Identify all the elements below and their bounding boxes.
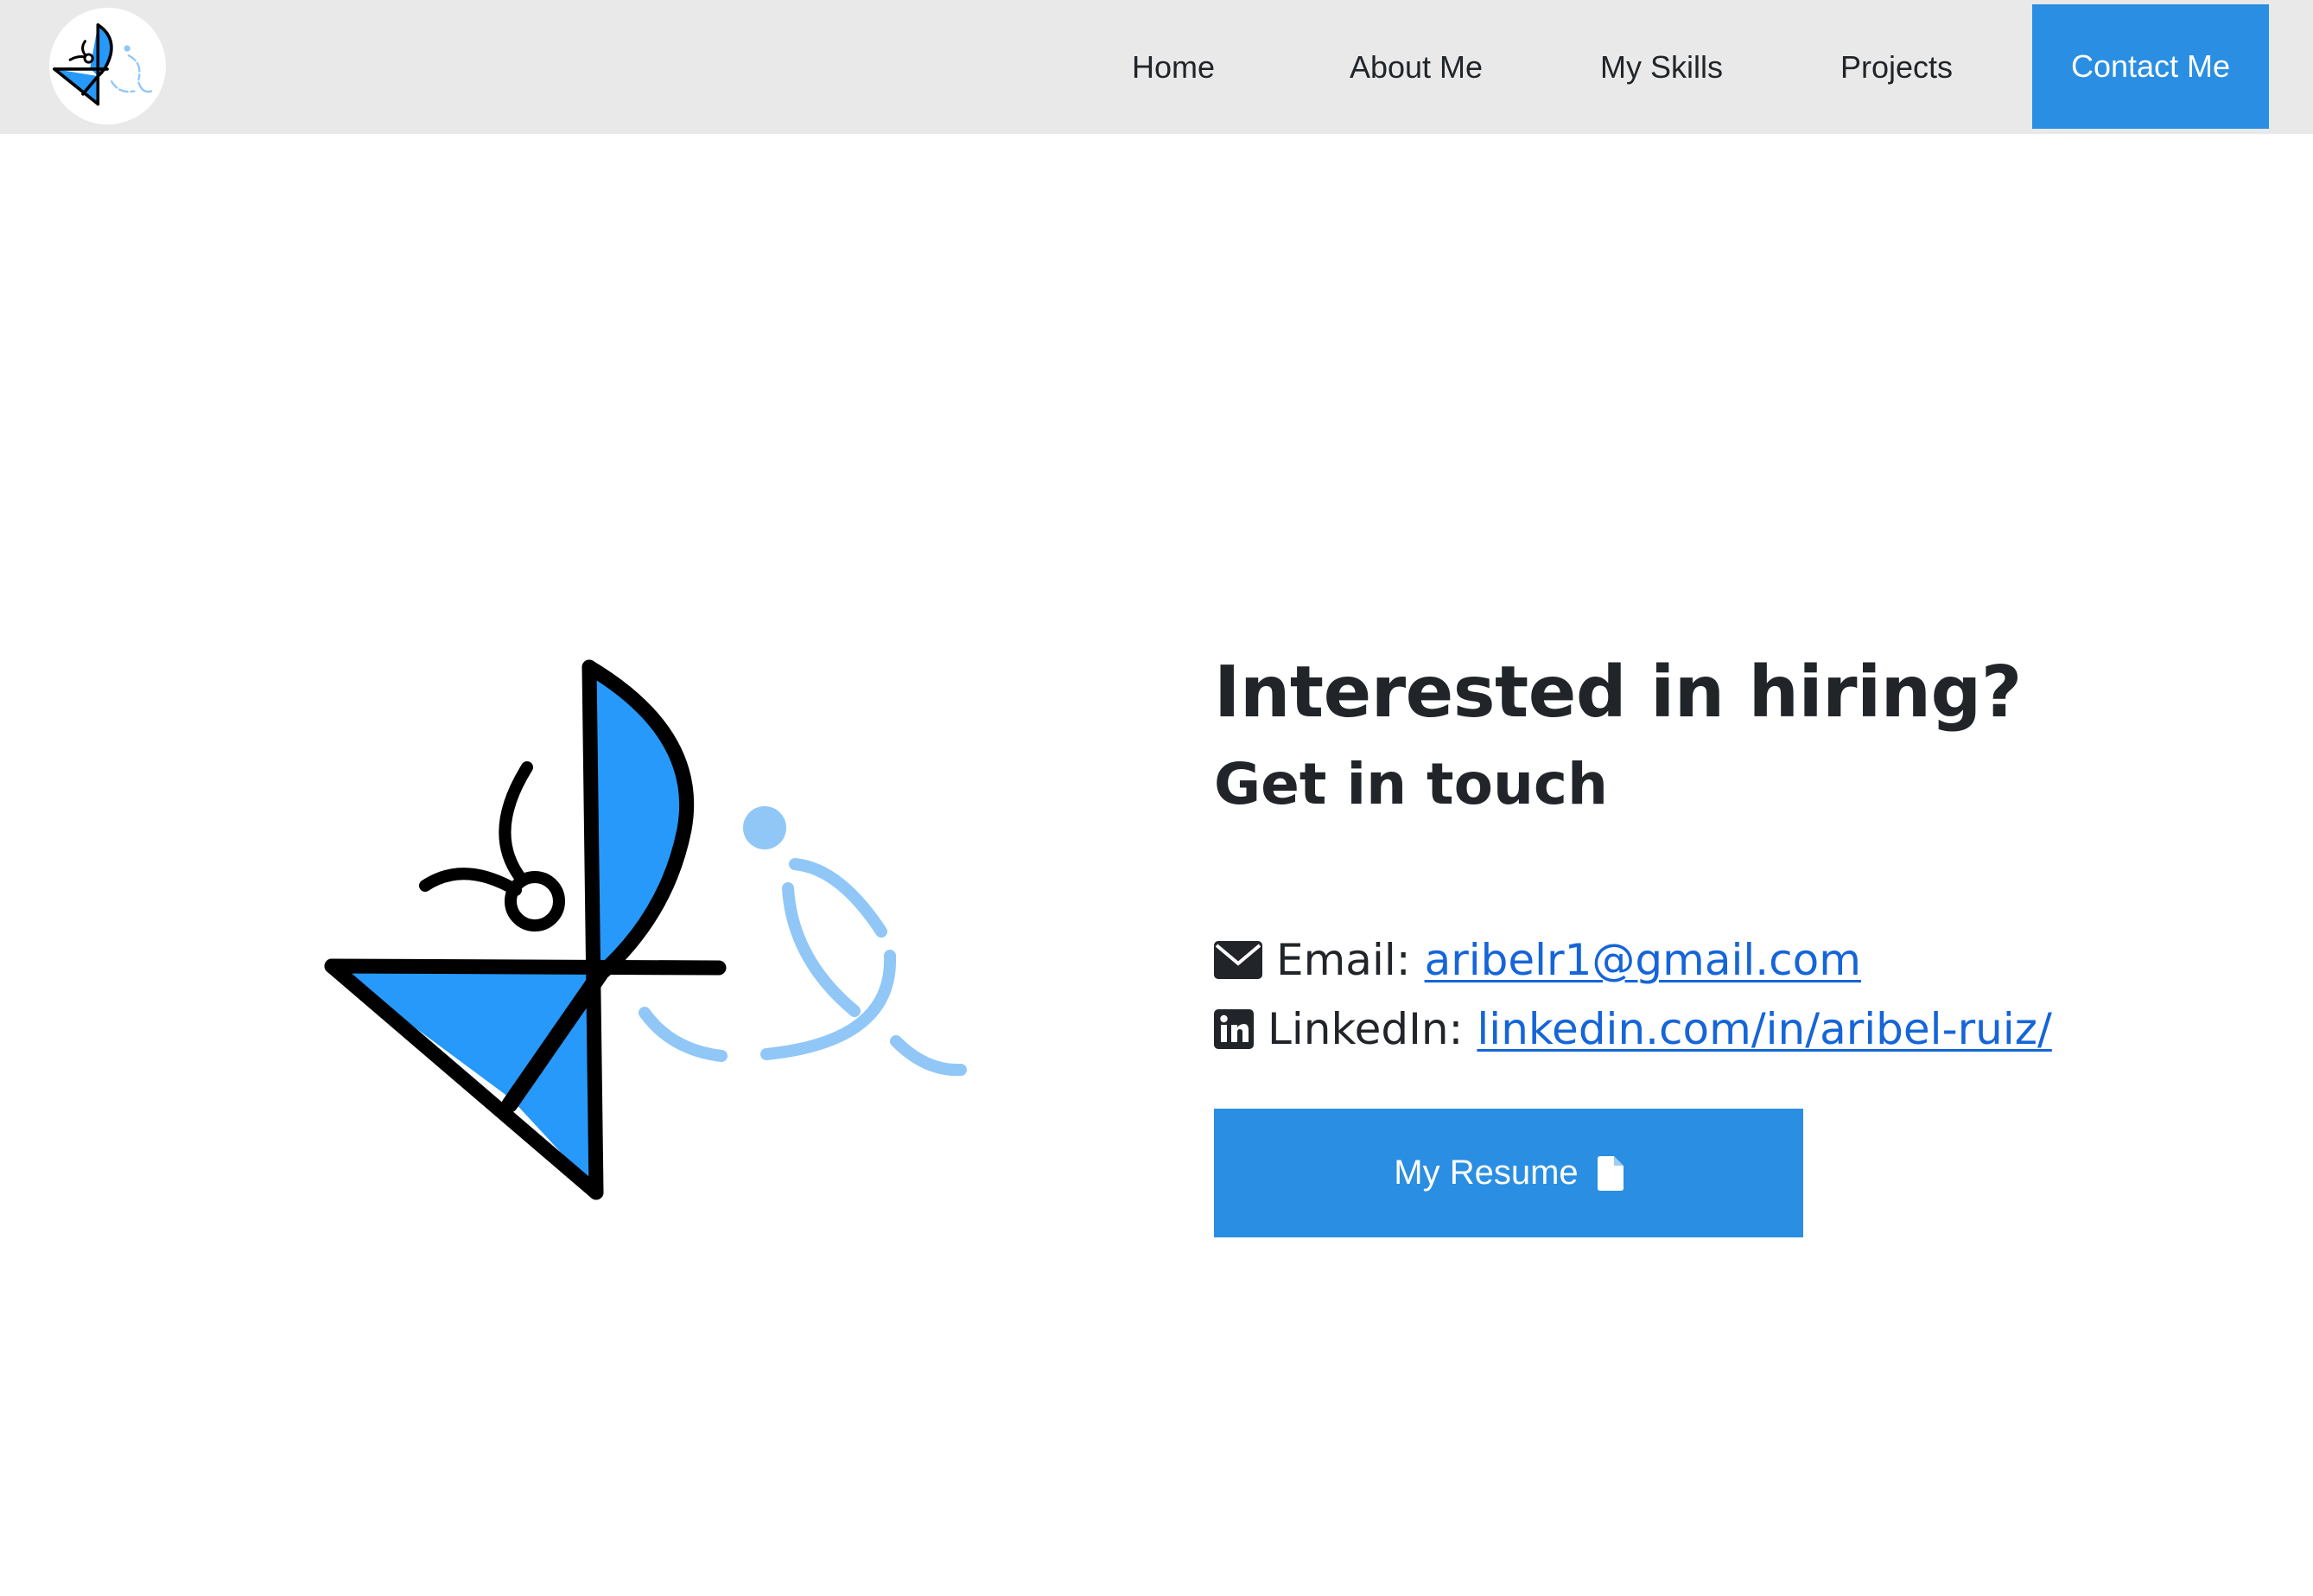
email-link[interactable]: aribelr1@gmail.com — [1425, 935, 1861, 985]
navbar: Home About Me My Skills Projects Contact… — [0, 0, 2313, 134]
email-row: Email: aribelr1@gmail.com — [1214, 925, 2208, 995]
linkedin-label: LinkedIn: — [1268, 1004, 1464, 1054]
resume-button[interactable]: My Resume — [1214, 1109, 1803, 1237]
linkedin-link[interactable]: linkedin.com/in/aribel-ruiz/ — [1477, 1004, 2051, 1054]
linkedin-row: LinkedIn: linkedin.com/in/aribel-ruiz/ — [1214, 995, 2208, 1064]
nav-my-skills[interactable]: My Skills — [1581, 0, 1742, 134]
nav-projects[interactable]: Projects — [1823, 0, 1970, 134]
resume-button-label: My Resume — [1394, 1154, 1579, 1192]
email-label: Email: — [1276, 935, 1411, 985]
nav-about-me[interactable]: About Me — [1324, 0, 1509, 134]
page-title: Interested in hiring? — [1214, 652, 2022, 734]
contact-section: Interested in hiring? Get in touch Email… — [1214, 644, 2208, 1237]
page-subtitle: Get in touch — [1214, 751, 1609, 817]
nav-contact-me[interactable]: Contact Me — [2032, 4, 2269, 129]
linkedin-icon — [1214, 1009, 1254, 1049]
file-icon — [1597, 1155, 1624, 1191]
brand-illustration-icon — [321, 657, 978, 1201]
envelope-icon — [1214, 941, 1262, 979]
nav-home[interactable]: Home — [1101, 0, 1246, 134]
brand-logo-icon[interactable] — [49, 8, 166, 124]
